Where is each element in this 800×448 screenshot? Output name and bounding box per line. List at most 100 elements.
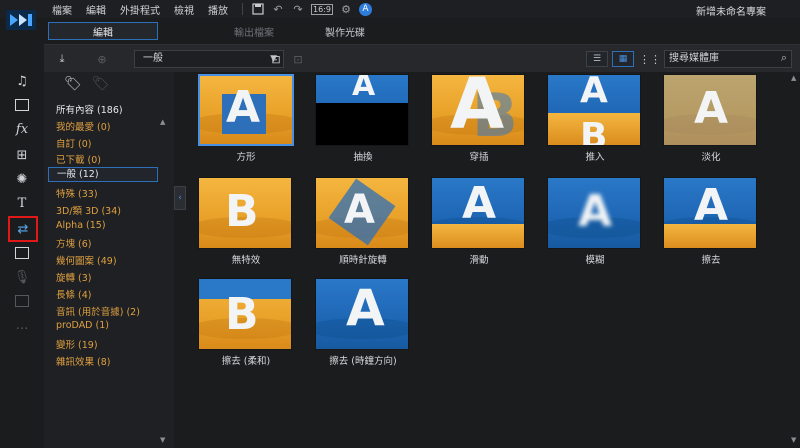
category-item[interactable]: Alpha (15): [56, 220, 106, 231]
transition-label: 淡化: [701, 152, 721, 163]
transition-thumbnail: A: [547, 177, 641, 249]
tab-disc[interactable]: 製作光碟: [312, 22, 378, 40]
transition-tile[interactable]: B 無特效: [198, 177, 294, 266]
grid-view-button[interactable]: ▦: [612, 51, 634, 67]
transition-tile[interactable]: A 淡化: [663, 74, 759, 163]
save-icon[interactable]: [251, 2, 265, 16]
pip-room-icon[interactable]: ⊞: [12, 146, 32, 164]
menu-view[interactable]: 檢視: [174, 2, 194, 17]
menu-playback[interactable]: 播放: [208, 2, 228, 17]
aspect-ratio-selector[interactable]: 16:9: [311, 2, 333, 16]
transition-tile[interactable]: A 模糊: [547, 177, 643, 266]
category-item[interactable]: 變形 (19): [56, 337, 98, 351]
list-view-button[interactable]: ☰: [586, 51, 608, 67]
transition-room-icon[interactable]: ⇄: [8, 216, 38, 242]
category-item[interactable]: 3D/類 3D (34): [56, 203, 121, 217]
chapter-icon[interactable]: [12, 292, 32, 310]
category-scrollbar[interactable]: ▲ ▼: [160, 118, 168, 448]
undo-icon[interactable]: ↶: [271, 2, 285, 16]
text-room-icon[interactable]: T: [12, 194, 32, 212]
thumbnail-letter: B: [225, 186, 259, 237]
app-logo-icon: [6, 10, 36, 30]
thumbnail-letter: A: [462, 178, 497, 229]
transition-tile[interactable]: A 方形: [198, 74, 294, 163]
menu-bar: 檔案 編輯 外掛程式 檢視 播放 ↶ ↷ 16:9 ⚙ A 新增未命名專案: [0, 0, 800, 18]
category-item[interactable]: 音訊 (用於音據) (2): [56, 304, 140, 318]
transition-label: 擦去 (時鐘方向): [329, 356, 397, 367]
category-item[interactable]: 已下載 (0): [56, 152, 101, 166]
menu-edit[interactable]: 編輯: [86, 2, 106, 17]
transition-tile[interactable]: A B 推入: [547, 74, 643, 163]
mode-tabs: 編輯 輸出檔案 製作光碟: [44, 20, 800, 42]
scroll-down-icon[interactable]: ▼: [160, 436, 165, 444]
scroll-down-icon[interactable]: ▼: [791, 436, 796, 444]
main-menu: 檔案 編輯 外掛程式 檢視 播放: [52, 0, 242, 18]
transition-tile[interactable]: A 擦去 (時鐘方向): [315, 278, 411, 367]
gear-icon[interactable]: ⚙: [339, 2, 353, 16]
category-item[interactable]: 特殊 (33): [56, 186, 98, 200]
subtitle-icon[interactable]: …: [12, 316, 32, 334]
redo-icon[interactable]: ↷: [291, 2, 305, 16]
media-room-icon[interactable]: ♫: [12, 72, 32, 90]
search-icon[interactable]: ⌕: [781, 50, 787, 66]
app-window: 檔案 編輯 外掛程式 檢視 播放 ↶ ↷ 16:9 ⚙ A 新增未命名專案 編輯…: [0, 0, 800, 448]
transition-tile[interactable]: A 滑動: [431, 177, 527, 266]
thumbnail-letter: A: [450, 74, 505, 145]
category-actions: 🏷 🏷: [64, 76, 110, 92]
fx-room-icon[interactable]: fx: [12, 120, 32, 138]
menu-file[interactable]: 檔案: [52, 2, 72, 17]
grid-scrollbar[interactable]: ▲ ▼: [790, 72, 800, 448]
microphone-icon[interactable]: 🎙: [12, 268, 32, 286]
category-item[interactable]: 一般 (12): [48, 167, 158, 183]
transition-tile[interactable]: B A 穿插: [431, 74, 527, 163]
globe-icon[interactable]: ⊕: [94, 51, 110, 67]
transition-thumbnail: A: [315, 74, 409, 146]
category-item[interactable]: 長條 (4): [56, 287, 91, 301]
tab-produce[interactable]: 輸出檔案: [219, 22, 289, 40]
account-icon[interactable]: A: [359, 2, 372, 16]
title-room-icon[interactable]: [12, 96, 32, 114]
category-item[interactable]: 旋轉 (3): [56, 270, 91, 284]
transition-thumbnail: B: [198, 177, 292, 249]
add-tag-icon[interactable]: 🏷: [64, 76, 82, 92]
quick-tools: ↶ ↷ 16:9 ⚙ A: [240, 1, 372, 17]
add-favorite-icon[interactable]: ⊡: [290, 51, 306, 67]
add-to-timeline-icon[interactable]: ⊡: [268, 51, 284, 67]
transition-label: 滑動: [469, 255, 489, 266]
transition-label: 推入: [585, 152, 605, 163]
aspect-ratio-label: 16:9: [311, 3, 333, 15]
scroll-up-icon[interactable]: ▲: [791, 74, 796, 82]
category-item[interactable]: 幾何圖案 (49): [56, 253, 117, 267]
category-select[interactable]: 一般 ▼: [134, 50, 284, 68]
remove-tag-icon[interactable]: 🏷: [92, 76, 110, 92]
transition-tile[interactable]: B 擦去 (柔和): [198, 278, 294, 367]
collapse-panel-button[interactable]: ‹: [174, 186, 186, 210]
transition-thumbnail: B: [198, 278, 292, 350]
transition-tile[interactable]: A 抽換: [315, 74, 411, 163]
tab-edit[interactable]: 編輯: [48, 22, 158, 40]
category-item[interactable]: 所有內容 (186): [56, 102, 123, 116]
transition-tile[interactable]: A 順時針旋轉: [315, 177, 411, 266]
menu-plugins[interactable]: 外掛程式: [120, 2, 160, 17]
category-item[interactable]: 自訂 (0): [56, 136, 91, 150]
transition-label: 抽換: [353, 152, 373, 163]
transition-label: 順時針旋轉: [339, 255, 387, 266]
category-item[interactable]: 我的最愛 (0): [56, 119, 110, 133]
transition-thumbnail: BA: [431, 74, 525, 146]
category-item[interactable]: 雜訊效果 (8): [56, 354, 110, 368]
transition-label: 擦去 (柔和): [221, 356, 271, 367]
scroll-up-icon[interactable]: ▲: [160, 118, 165, 126]
import-icon[interactable]: ⤓: [54, 51, 70, 67]
category-panel: 🏷 🏷 所有內容 (186) 我的最愛 (0) 自訂 (0) 已下載 (0) 一般 (1…: [44, 72, 174, 448]
category-select-value: 一般: [143, 53, 163, 64]
transition-tile[interactable]: A 擦去: [663, 177, 759, 266]
search-input[interactable]: 搜尋媒體庫 ⌕: [664, 50, 792, 68]
particle-room-icon[interactable]: ✺: [12, 170, 32, 188]
thumbnail-letter: A: [580, 74, 608, 111]
transition-thumbnail: A: [663, 177, 757, 249]
thumbnail-letter: A: [352, 74, 376, 103]
audio-mixing-icon[interactable]: [12, 244, 32, 262]
category-item[interactable]: proDAD (1): [56, 320, 109, 331]
category-item[interactable]: 方塊 (6): [56, 236, 91, 250]
more-options-icon[interactable]: ⋮⋮: [639, 51, 661, 67]
